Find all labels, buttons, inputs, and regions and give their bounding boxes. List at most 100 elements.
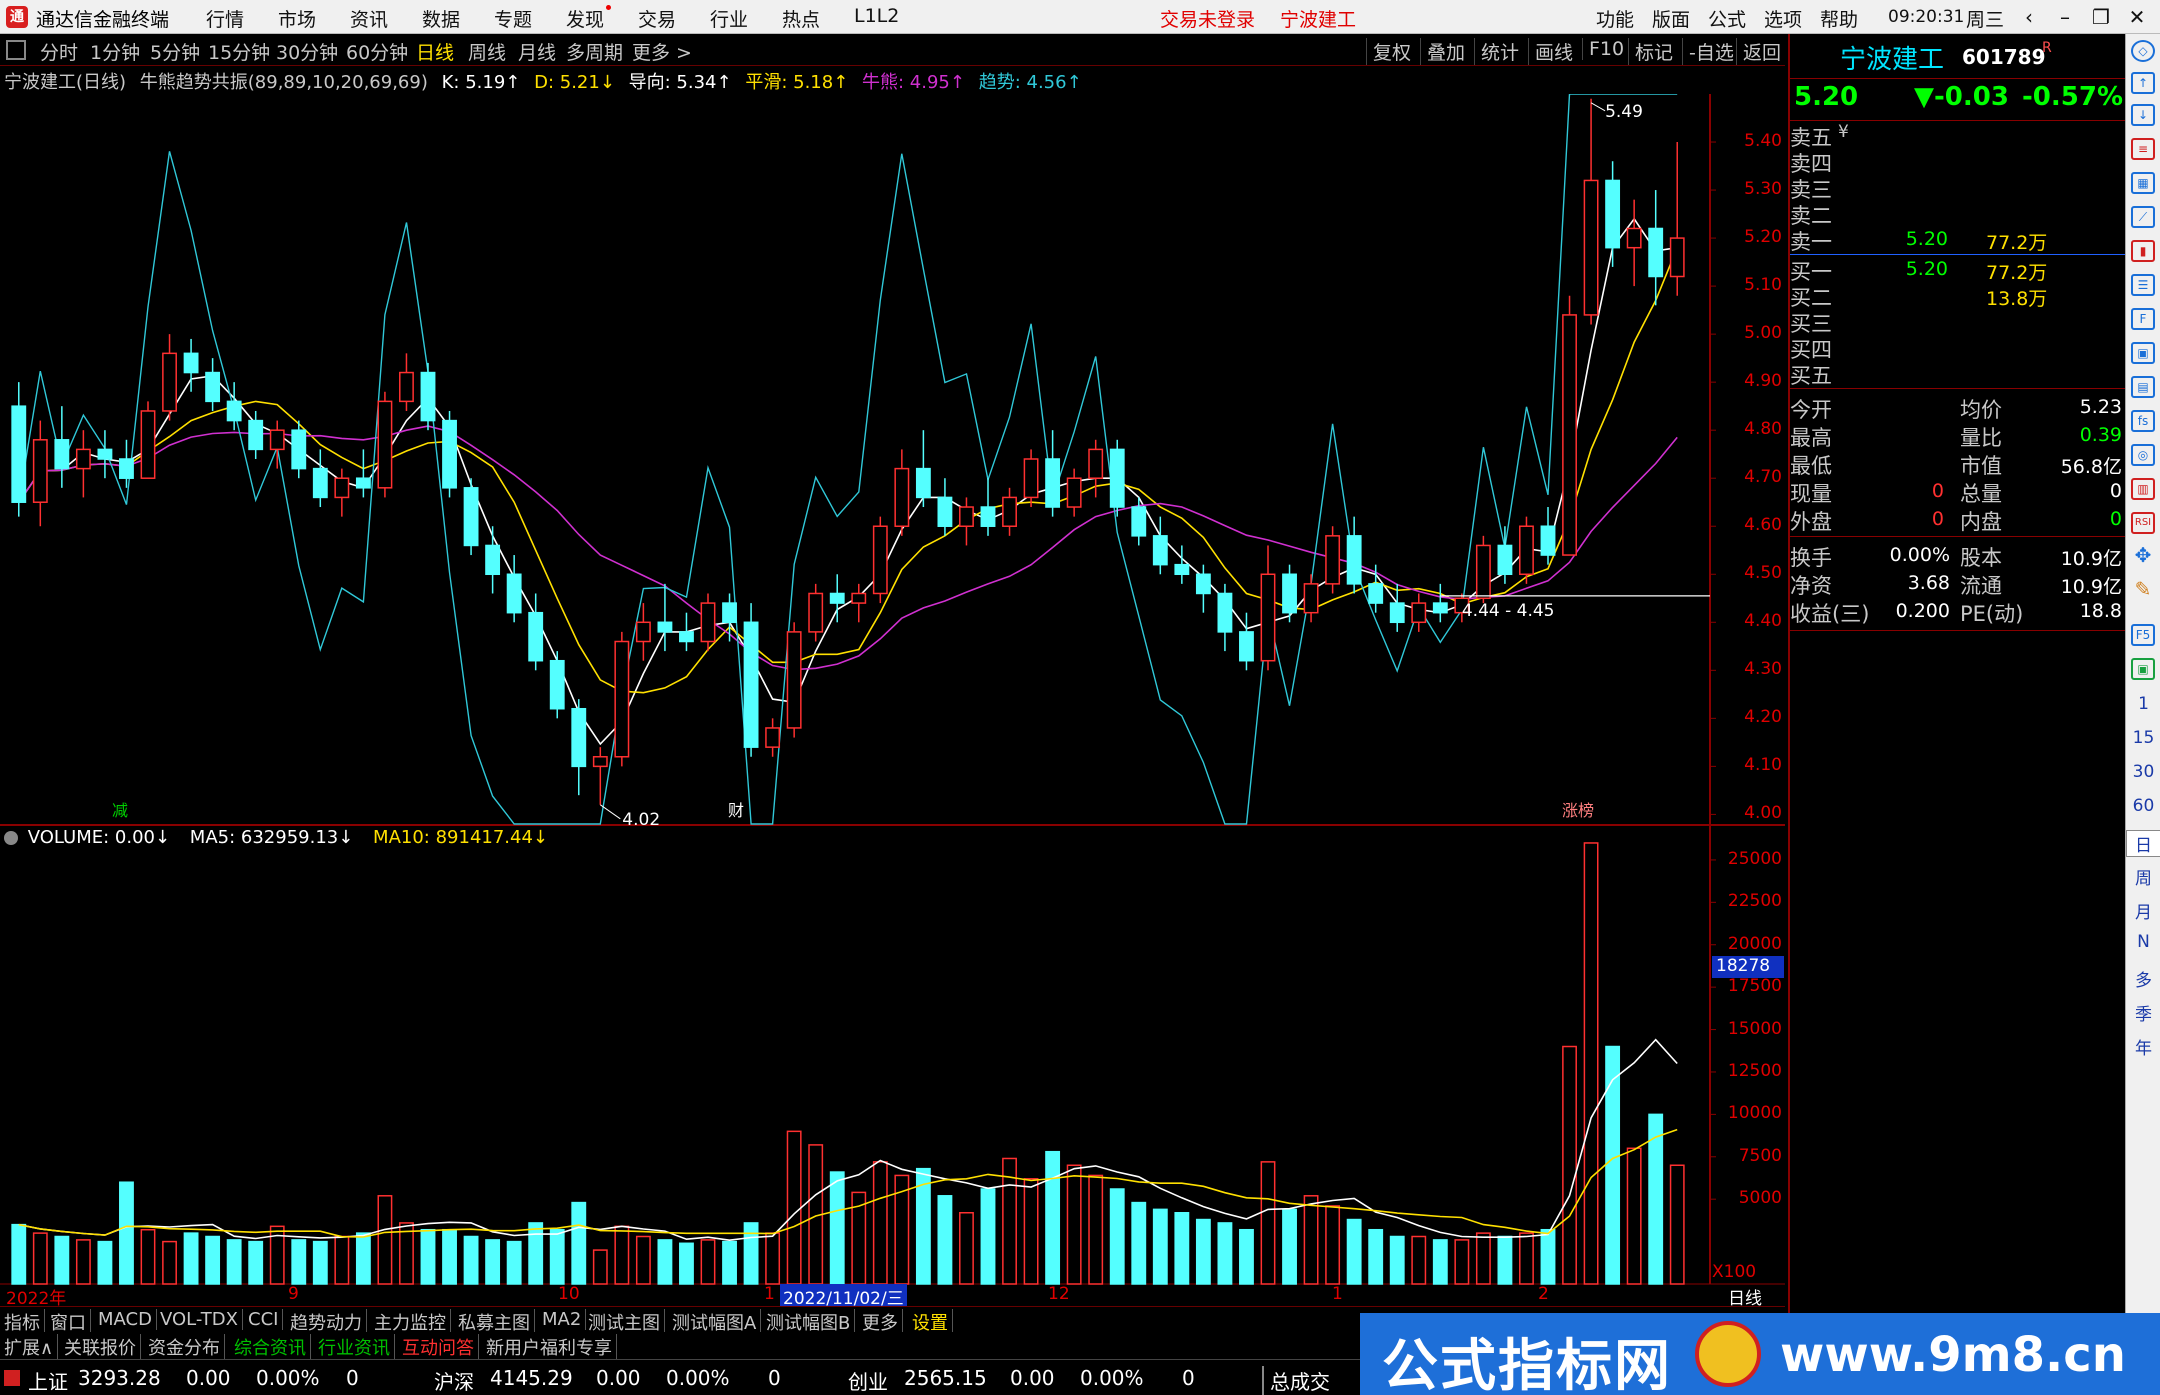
tab-related-quotes[interactable]: 关联报价: [64, 1334, 141, 1360]
volume-bar: [1325, 1205, 1341, 1285]
period-daily[interactable]: 日线: [416, 38, 454, 65]
toolbar-back[interactable]: 返回: [1736, 38, 1781, 65]
crosshair-icon[interactable]: ✥: [2131, 545, 2155, 568]
rsi-icon[interactable]: RSI: [2131, 512, 2155, 534]
minimize-icon[interactable]: –: [2048, 3, 2082, 31]
stat-volratio-label: 量比: [1960, 426, 2002, 450]
menu-help[interactable]: 帮助: [1820, 5, 1858, 32]
strip-multi[interactable]: 多: [2126, 966, 2160, 991]
login-status[interactable]: 交易未登录: [1160, 5, 1255, 32]
period-30min[interactable]: 30分钟: [276, 38, 338, 65]
menu-discover[interactable]: 发现: [566, 5, 612, 32]
tab-new-user-benefits[interactable]: 新用户福利专享: [486, 1334, 617, 1360]
menu-formula[interactable]: 公式: [1708, 5, 1746, 32]
menu-news[interactable]: 资讯: [350, 5, 388, 32]
candle-body: [1389, 602, 1405, 624]
period-multi[interactable]: 多周期: [566, 38, 623, 65]
date-label-nov: 1: [764, 1284, 775, 1304]
close-icon[interactable]: ✕: [2120, 3, 2154, 31]
f10-icon[interactable]: F: [2131, 308, 2155, 330]
period-5min[interactable]: 5分钟: [150, 38, 200, 65]
menu-market[interactable]: 市场: [278, 5, 316, 32]
menu-industry[interactable]: 行业: [710, 5, 748, 32]
strip-monthly[interactable]: 月: [2126, 898, 2160, 923]
restore-icon[interactable]: ❐: [2084, 3, 2118, 31]
strip-30min[interactable]: 30: [2126, 762, 2160, 782]
report-icon[interactable]: ▤: [2131, 376, 2155, 398]
pen-icon[interactable]: ✎: [2131, 579, 2155, 602]
window-icon[interactable]: ▣: [2131, 658, 2155, 680]
toolbar-adjust[interactable]: 复权: [1366, 38, 1411, 65]
menu-quotes[interactable]: 行情: [206, 5, 244, 32]
tab-general-news[interactable]: 综合资讯: [234, 1334, 311, 1360]
stat-low-label: 最低: [1790, 454, 1832, 478]
settings-circle-icon[interactable]: [4, 831, 18, 845]
period-60min[interactable]: 60分钟: [346, 38, 408, 65]
tab-industry-news[interactable]: 行业资讯: [318, 1334, 395, 1360]
kline-chart[interactable]: 5.49 4.02 4.44 - 4.45 减 财 涨榜: [0, 94, 1785, 1306]
total-turnover[interactable]: 总成交: [1262, 1366, 1330, 1395]
toolbar-f10[interactable]: F10: [1582, 38, 1624, 60]
period-monthly[interactable]: 月线: [518, 38, 556, 65]
fs-icon[interactable]: fs: [2131, 410, 2155, 432]
quote-list-icon[interactable]: ≡: [2131, 138, 2155, 160]
tab-vol-tdx[interactable]: VOL-TDX: [160, 1309, 243, 1330]
quote-stock-name[interactable]: 宁波建工: [1840, 39, 1944, 76]
bar-chart-icon[interactable]: ▥: [2131, 478, 2155, 500]
grid-table-icon[interactable]: ▦: [2131, 172, 2155, 194]
toolbar-watchlist[interactable]: -自选: [1682, 38, 1734, 65]
cy-name[interactable]: 创业: [848, 1366, 888, 1395]
line-chart-icon[interactable]: ⟋: [2131, 206, 2155, 228]
period-more[interactable]: 更多 >: [632, 38, 692, 65]
period-15min[interactable]: 15分钟: [208, 38, 270, 65]
strip-n[interactable]: N: [2126, 932, 2160, 952]
arrow-up-icon[interactable]: ↑: [2131, 72, 2155, 94]
menu-l1l2[interactable]: L1L2: [854, 5, 899, 27]
tab-cci[interactable]: CCI: [248, 1309, 284, 1330]
arrow-down-icon[interactable]: ↓: [2131, 104, 2155, 126]
tab-macd[interactable]: MACD: [98, 1309, 157, 1330]
clock: 09:20:31: [1888, 7, 1965, 27]
hs-name[interactable]: 沪深: [434, 1366, 474, 1395]
tab-qa[interactable]: 互动问答: [402, 1334, 479, 1360]
strip-daily[interactable]: 日: [2126, 830, 2160, 857]
kline-icon[interactable]: ▮: [2131, 240, 2155, 262]
toolbar-draw[interactable]: 画线: [1528, 38, 1573, 65]
strip-60min[interactable]: 60: [2126, 796, 2160, 816]
volume-bar: [32, 1232, 48, 1285]
menu-options[interactable]: 选项: [1764, 5, 1802, 32]
menu-topics[interactable]: 专题: [494, 5, 532, 32]
news-icon[interactable]: ☰: [2131, 274, 2155, 296]
period-intraday[interactable]: 分时: [40, 38, 78, 65]
tab-fund-distribution[interactable]: 资金分布: [148, 1334, 225, 1360]
tab-ma2[interactable]: MA2: [542, 1309, 587, 1330]
formula-label[interactable]: 牛熊趋势共振(89,89,10,20,69,69): [140, 72, 428, 93]
volume-bar: [1519, 1232, 1534, 1285]
panel-toggle-icon[interactable]: [6, 40, 26, 60]
d-value: D: 5.21↓: [534, 72, 615, 93]
picture-icon[interactable]: ▣: [2131, 342, 2155, 364]
toolbar-overlay[interactable]: 叠加: [1420, 38, 1465, 65]
strip-1min[interactable]: 1: [2126, 694, 2160, 714]
period-1min[interactable]: 1分钟: [90, 38, 140, 65]
tab-expand[interactable]: 扩展∧: [4, 1334, 59, 1360]
candle-body: [1045, 458, 1061, 508]
target-icon[interactable]: ◎: [2131, 444, 2155, 466]
toolbar-mark[interactable]: 标记: [1628, 38, 1673, 65]
toolbar-stats[interactable]: 统计: [1474, 38, 1519, 65]
period-weekly[interactable]: 周线: [468, 38, 506, 65]
sh-name[interactable]: 上证: [28, 1366, 68, 1395]
menu-layout[interactable]: 版面: [1652, 5, 1690, 32]
strip-weekly[interactable]: 周: [2126, 864, 2160, 889]
back-arrow-icon[interactable]: ‹: [2012, 3, 2046, 31]
f5-icon[interactable]: F5: [2131, 624, 2155, 646]
menu-trade[interactable]: 交易: [638, 5, 676, 32]
bullbear-line: [18, 425, 1678, 671]
menu-function[interactable]: 功能: [1596, 5, 1634, 32]
menu-hot[interactable]: 热点: [782, 5, 820, 32]
strip-quarter[interactable]: 季: [2126, 1000, 2160, 1025]
strip-year[interactable]: 年: [2126, 1034, 2160, 1059]
strip-15min[interactable]: 15: [2126, 728, 2160, 748]
menu-data[interactable]: 数据: [422, 5, 460, 32]
diamond-nav-icon[interactable]: ◇: [2131, 40, 2155, 62]
